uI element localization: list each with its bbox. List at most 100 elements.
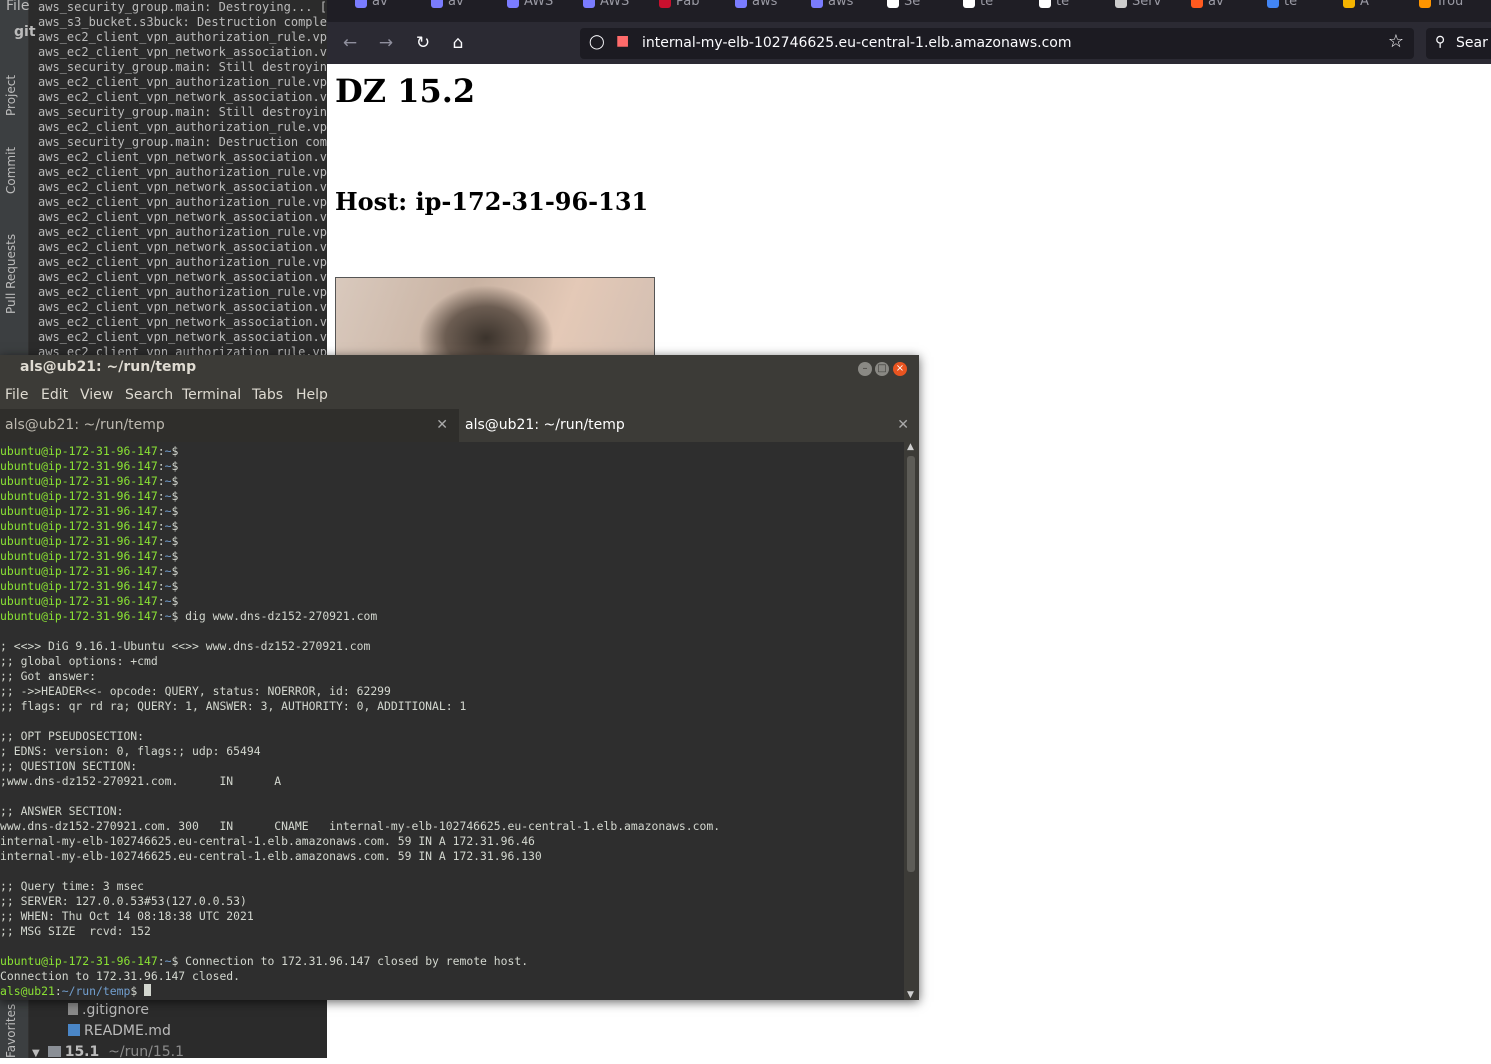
prompt-user: ubuntu@ip-172-31-96-147 xyxy=(0,564,158,578)
menu-help[interactable]: Help xyxy=(296,387,328,403)
browser-tab[interactable]: Pab xyxy=(659,0,699,14)
terminal-line: Connection to 172.31.96.147 closed. xyxy=(0,969,241,983)
tab-favicon-icon xyxy=(811,0,823,8)
maximize-icon[interactable]: □ xyxy=(875,362,889,376)
search-box[interactable]: ⚲ Sear xyxy=(1426,28,1491,59)
commit-tool-tab[interactable]: Commit xyxy=(4,132,24,194)
prompt-sep: : xyxy=(157,609,165,623)
prompt-user: ubuntu@ip-172-31-96-147 xyxy=(0,594,158,608)
terminal-line: ;; flags: qr rd ra; QUERY: 1, ANSWER: 3,… xyxy=(0,699,467,713)
tab-label: als@ub21: ~/run/temp xyxy=(465,417,625,433)
back-icon[interactable]: ← xyxy=(338,31,362,55)
scroll-down-icon[interactable]: ▼ xyxy=(907,990,914,1000)
terminal-scrollbar[interactable]: ▲ ▼ xyxy=(904,442,919,1000)
tree-item-readme[interactable]: README.md xyxy=(68,1021,171,1041)
menu-tabs[interactable]: Tabs xyxy=(252,387,283,403)
browser-tab[interactable]: A xyxy=(1343,0,1369,14)
tree-item-label: README.md xyxy=(84,1023,171,1039)
pull-requests-tool-tab[interactable]: Pull Requests xyxy=(4,218,24,314)
reload-icon[interactable]: ↻ xyxy=(411,31,435,55)
browser-tab[interactable]: Trou xyxy=(1419,0,1463,14)
prompt-user: als@ub21 xyxy=(0,984,55,998)
terminal-line: ;; ANSWER SECTION: xyxy=(0,804,124,818)
tab-label: AWS xyxy=(600,0,630,9)
tab-label: te xyxy=(1056,0,1070,9)
prompt-user: ubuntu@ip-172-31-96-147 xyxy=(0,609,158,623)
tree-folder-15-1[interactable]: ▼ 15.1 ~/run/15.1 xyxy=(32,1042,184,1062)
terminal-line: ;; QUESTION SECTION: xyxy=(0,759,138,773)
browser-tab[interactable]: te xyxy=(1039,0,1069,14)
ide-git-label[interactable]: git xyxy=(14,24,36,40)
terminal-line: ubuntu@ip-172-31-96-147:~$ xyxy=(0,549,720,564)
browser-tab[interactable]: aws xyxy=(735,0,777,14)
address-bar[interactable]: ◯ ■ internal-my-elb-102746625.eu-central… xyxy=(580,28,1414,59)
tab-favicon-icon xyxy=(583,0,595,8)
prompt-sep: : xyxy=(157,444,165,458)
ide-file-menu[interactable]: File xyxy=(6,0,29,14)
console-line: aws_ec2_client_vpn_authorization_rule.vp… xyxy=(38,285,327,299)
terminal-line: ;; MSG SIZE rcvd: 152 xyxy=(0,924,151,938)
project-tool-tab[interactable]: Project xyxy=(4,56,24,116)
minimize-icon[interactable]: – xyxy=(858,362,872,376)
terminal-line: ;; SERVER: 127.0.0.53#53(127.0.0.53) xyxy=(0,894,247,908)
prompt-sep: : xyxy=(157,474,165,488)
browser-tab[interactable]: av xyxy=(431,0,464,14)
favorites-tool-tab[interactable]: Favorites xyxy=(4,1004,24,1058)
close-tab-icon[interactable]: ✕ xyxy=(897,409,909,442)
prompt-sep: : xyxy=(157,549,165,563)
prompt-sep: : xyxy=(157,954,165,968)
terminal-output[interactable]: ubuntu@ip-172-31-96-147:~$ ubuntu@ip-172-… xyxy=(0,442,904,1000)
browser-tab[interactable]: AWS xyxy=(583,0,629,14)
console-line: aws_ec2_client_vpn_authorization_rule.vp… xyxy=(38,225,327,239)
ide-run-console[interactable]: aws_security_group.main: Destroying... [… xyxy=(38,0,327,356)
shield-icon[interactable]: ◯ xyxy=(589,34,605,50)
bookmark-star-icon[interactable]: ☆ xyxy=(1388,31,1404,52)
terminal-line: ;; global options: +cmd xyxy=(0,654,158,668)
menu-terminal[interactable]: Terminal xyxy=(182,387,241,403)
terminal-tab-2[interactable]: als@ub21: ~/run/temp ✕ xyxy=(459,409,919,442)
browser-tab[interactable]: aws xyxy=(811,0,853,14)
lock-insecure-icon[interactable]: ■ xyxy=(616,33,629,49)
scroll-up-icon[interactable]: ▲ xyxy=(907,442,914,452)
terminal-line: ubuntu@ip-172-31-96-147:~$ xyxy=(0,504,720,519)
terminal-line: ubuntu@ip-172-31-96-147:~$ xyxy=(0,519,720,534)
close-tab-icon[interactable]: ✕ xyxy=(436,409,448,442)
prompt-symbol: $ xyxy=(171,549,179,563)
prompt-sep: : xyxy=(157,564,165,578)
menu-view[interactable]: View xyxy=(80,387,113,403)
console-line: aws_ec2_client_vpn_network_association.v… xyxy=(38,315,327,329)
home-icon[interactable]: ⌂ xyxy=(446,31,470,55)
tree-item-gitignore[interactable]: .gitignore xyxy=(68,1000,149,1020)
browser-tab[interactable]: Serv xyxy=(1115,0,1161,14)
menu-search[interactable]: Search xyxy=(125,387,173,403)
prompt-user: ubuntu@ip-172-31-96-147 xyxy=(0,444,158,458)
console-line: aws_ec2_client_vpn_network_association.v… xyxy=(38,180,327,194)
menu-edit[interactable]: Edit xyxy=(41,387,68,403)
browser-tab[interactable]: te xyxy=(1267,0,1297,14)
browser-tab[interactable]: av xyxy=(355,0,388,14)
prompt-user: ubuntu@ip-172-31-96-147 xyxy=(0,489,158,503)
close-icon[interactable]: × xyxy=(893,362,907,376)
console-line: aws_security_group.main: Still destroyin… xyxy=(38,105,327,119)
menu-file[interactable]: File xyxy=(5,387,28,403)
terminal-line: als@ub21:~/run/temp$ xyxy=(0,984,720,999)
prompt-symbol: $ xyxy=(171,519,179,533)
browser-tab[interactable]: te xyxy=(963,0,993,14)
prompt-symbol: $ xyxy=(171,594,179,608)
console-line: aws_ec2_client_vpn_authorization_rule.vp… xyxy=(38,30,327,44)
console-line: aws_ec2_client_vpn_authorization_rule.vp… xyxy=(38,165,327,179)
prompt-sep: : xyxy=(157,504,165,518)
prompt-symbol: $ xyxy=(171,444,179,458)
terminal-tab-1[interactable]: als@ub21: ~/run/temp ✕ xyxy=(0,409,458,442)
browser-toolbar: ← → ↻ ⌂ ◯ ■ internal-my-elb-102746625.eu… xyxy=(327,22,1491,64)
browser-tab[interactable]: AWS xyxy=(507,0,553,14)
browser-tab[interactable]: av xyxy=(1191,0,1224,14)
cat-image xyxy=(335,277,655,359)
browser-tab[interactable]: Se xyxy=(887,0,920,14)
terminal-window: als@ub21: ~/run/temp – □ × File Edit Vie… xyxy=(0,355,919,1000)
scrollbar-thumb[interactable] xyxy=(907,456,915,872)
prompt-symbol: $ xyxy=(171,459,179,473)
forward-icon[interactable]: → xyxy=(374,31,398,55)
terminal-titlebar[interactable]: als@ub21: ~/run/temp – □ × xyxy=(0,355,919,383)
